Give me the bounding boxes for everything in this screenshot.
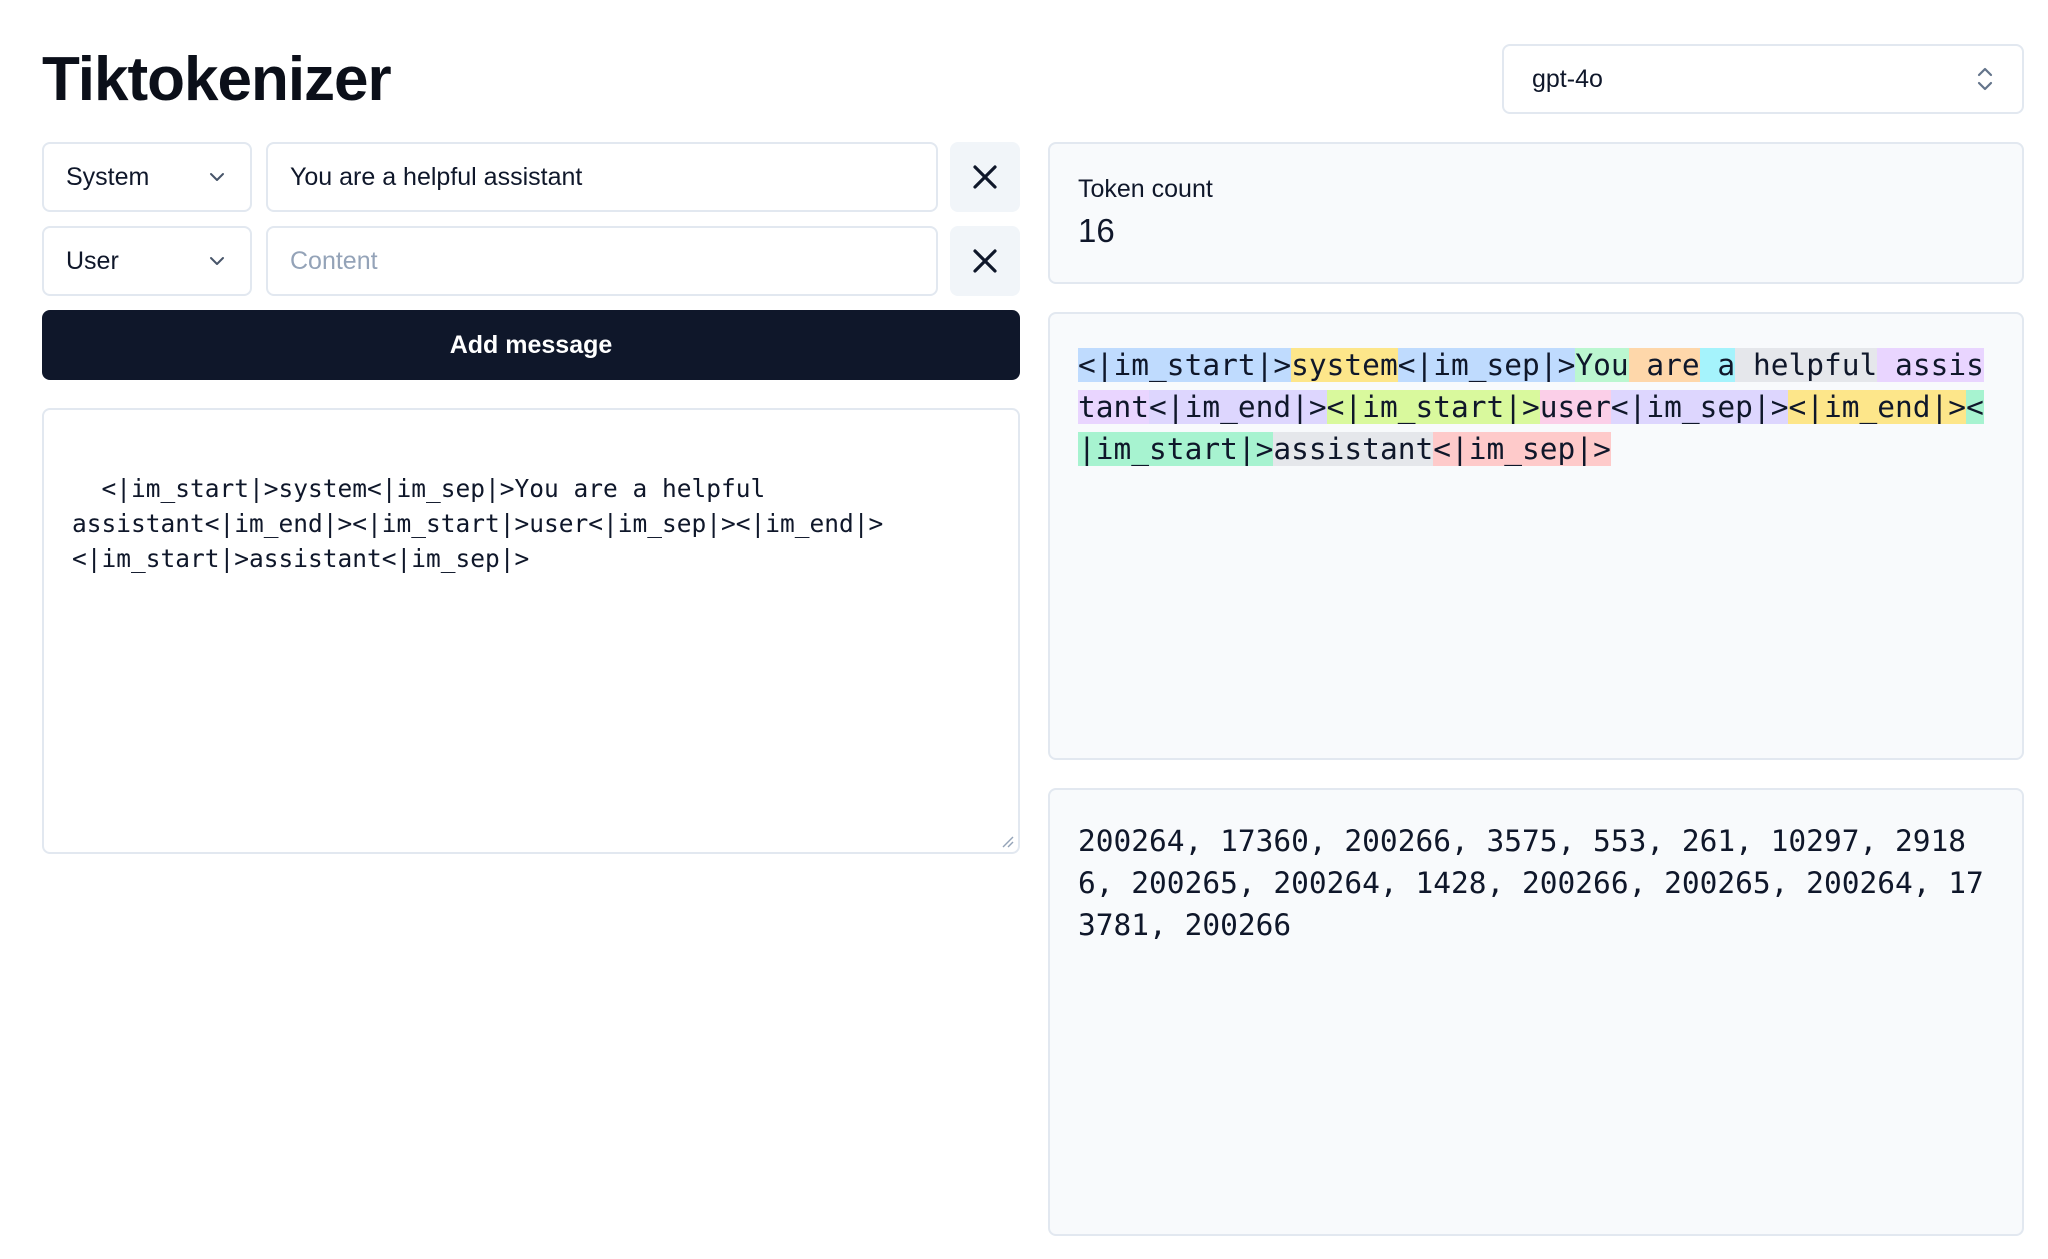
token-span: <|im_end|> [1788,390,1966,424]
token-span: are [1629,348,1700,382]
chevron-down-icon [208,171,226,183]
message-row: User [42,226,1020,296]
token-count-value: 16 [1078,208,1994,254]
token-span: <|im_start|> [1327,390,1540,424]
token-ids-panel: 200264, 17360, 200266, 3575, 553, 261, 1… [1048,788,2024,1236]
tokens-visualization: <|im_start|>system<|im_sep|>You are a he… [1078,344,1994,470]
token-ids-text: 200264, 17360, 200266, 3575, 553, 261, 1… [1078,820,1994,946]
message-row: System [42,142,1020,212]
token-count-panel: Token count 16 [1048,142,2024,284]
add-message-button[interactable]: Add message [42,310,1020,380]
close-icon [971,247,999,275]
prompt-text: <|im_start|>system<|im_sep|>You are a he… [72,474,883,573]
token-span: <|im_sep|> [1398,348,1576,382]
token-span: assistant [1273,432,1433,466]
prompt-textarea[interactable]: <|im_start|>system<|im_sep|>You are a he… [42,408,1020,854]
model-select-value: gpt-4o [1532,65,1603,94]
message-content-input[interactable] [266,142,938,212]
resize-handle-icon[interactable] [1000,834,1014,848]
token-span: <|im_sep|> [1433,432,1611,466]
tokens-panel: <|im_start|>system<|im_sep|>You are a he… [1048,312,2024,760]
app-title: Tiktokenizer [42,40,391,120]
role-select-value: System [66,163,149,192]
role-select-value: User [66,247,119,276]
token-span: <|im_end|> [1149,390,1327,424]
token-span: <|im_sep|> [1611,390,1789,424]
token-span: <|im_start|> [1078,348,1291,382]
chevron-up-down-icon [1974,64,1996,94]
role-select[interactable]: System [42,142,252,212]
remove-message-button[interactable] [950,142,1020,212]
token-span: system [1291,348,1398,382]
remove-message-button[interactable] [950,226,1020,296]
token-span: a [1700,348,1736,382]
close-icon [971,163,999,191]
message-content-input[interactable] [266,226,938,296]
model-select[interactable]: gpt-4o [1502,44,2024,114]
role-select[interactable]: User [42,226,252,296]
token-count-label: Token count [1078,172,1994,206]
token-span: helpful [1735,348,1877,382]
chevron-down-icon [208,255,226,267]
token-span: user [1540,390,1611,424]
token-span: You [1575,348,1628,382]
